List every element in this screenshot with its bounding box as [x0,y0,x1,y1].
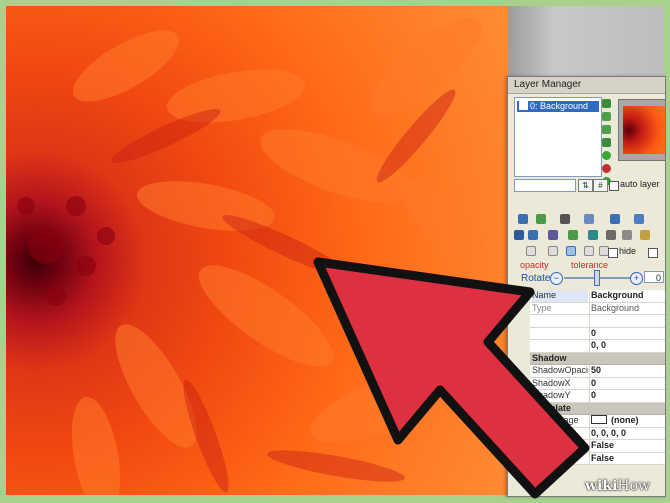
wikihow-watermark: wikiHow [585,478,651,494]
pointer-arrow-icon [313,257,590,499]
